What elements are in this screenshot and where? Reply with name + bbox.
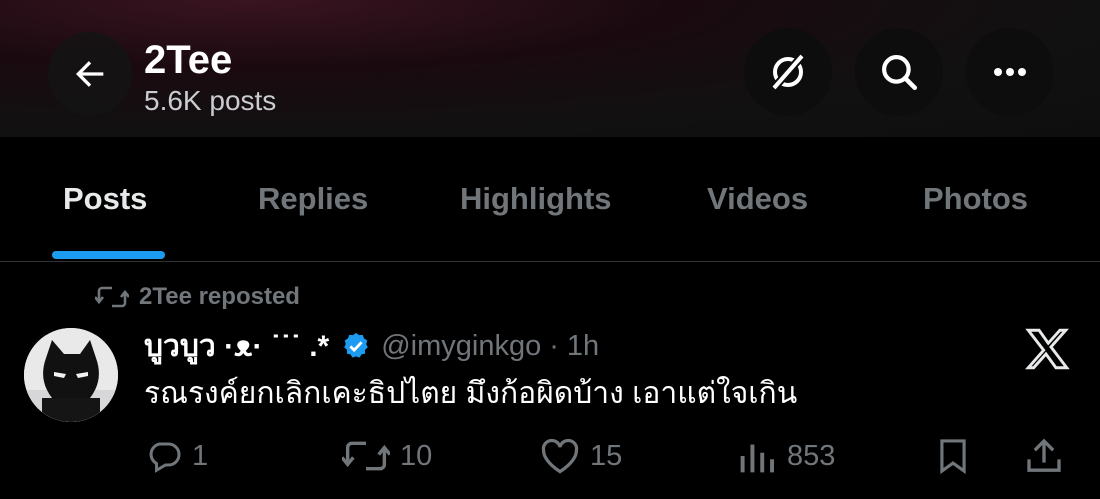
search-button[interactable] <box>855 28 943 116</box>
profile-title-block: 2Tee 5.6K posts <box>144 38 276 118</box>
x-logo-icon <box>1025 328 1070 370</box>
like-button[interactable]: 15 <box>540 432 622 480</box>
profile-page: 2Tee 5.6K posts Posts Replies Highlights… <box>0 0 1100 499</box>
reply-count: 1 <box>192 439 209 472</box>
share-icon <box>1027 438 1061 472</box>
bookmark-button[interactable] <box>934 432 972 480</box>
more-button[interactable] <box>966 28 1054 116</box>
views-icon <box>740 444 775 473</box>
back-button[interactable] <box>48 32 132 116</box>
repost-button[interactable]: 10 <box>342 432 432 480</box>
view-count: 853 <box>787 439 836 472</box>
tab-photos[interactable]: Photos <box>923 181 1028 217</box>
grok-icon <box>770 53 806 91</box>
grok-button[interactable] <box>744 28 832 116</box>
post-header: บูวบูว ·ᴥ· ˙˙˙ .* @imyginkgo · 1h <box>144 326 599 366</box>
back-arrow-icon <box>76 61 104 87</box>
tab-videos[interactable]: Videos <box>707 181 808 217</box>
bookmark-icon <box>940 439 966 475</box>
black-cat-avatar-icon <box>24 328 118 422</box>
like-count: 15 <box>590 439 623 472</box>
user-handle[interactable]: @imyginkgo <box>381 330 541 363</box>
post-count: 5.6K posts <box>144 85 277 116</box>
more-icon <box>994 68 1026 76</box>
reply-button[interactable]: 1 <box>146 432 208 480</box>
profile-header: 2Tee 5.6K posts <box>0 0 1100 137</box>
repost-icon <box>342 441 390 471</box>
display-name[interactable]: บูวบูว ·ᴥ· ˙˙˙ .* <box>144 323 329 370</box>
repost-context[interactable]: 2Tee reposted <box>95 283 300 311</box>
tab-posts[interactable]: Posts <box>63 181 147 217</box>
profile-tabs: Posts Replies Highlights Videos Photos <box>0 137 1100 262</box>
repost-icon <box>95 286 129 308</box>
post-text: รณรงค์ยกเลิกเคะธิปไตย มึงก้อผิดบ้าง เอาแ… <box>144 377 798 410</box>
verified-badge-icon <box>341 331 371 361</box>
tab-replies[interactable]: Replies <box>258 181 368 217</box>
repost-count: 10 <box>400 439 433 472</box>
post-time[interactable]: 1h <box>567 330 599 363</box>
search-icon <box>882 55 918 91</box>
meta-separator: · <box>549 329 559 362</box>
heart-icon <box>541 438 579 474</box>
views-button[interactable]: 853 <box>737 432 835 480</box>
tab-highlights[interactable]: Highlights <box>460 181 612 217</box>
share-button[interactable] <box>1024 432 1064 480</box>
active-tab-indicator <box>52 251 165 259</box>
reply-icon <box>149 442 181 473</box>
profile-title: 2Tee <box>144 38 233 82</box>
avatar[interactable] <box>24 328 118 422</box>
repost-label: 2Tee reposted <box>139 283 300 310</box>
